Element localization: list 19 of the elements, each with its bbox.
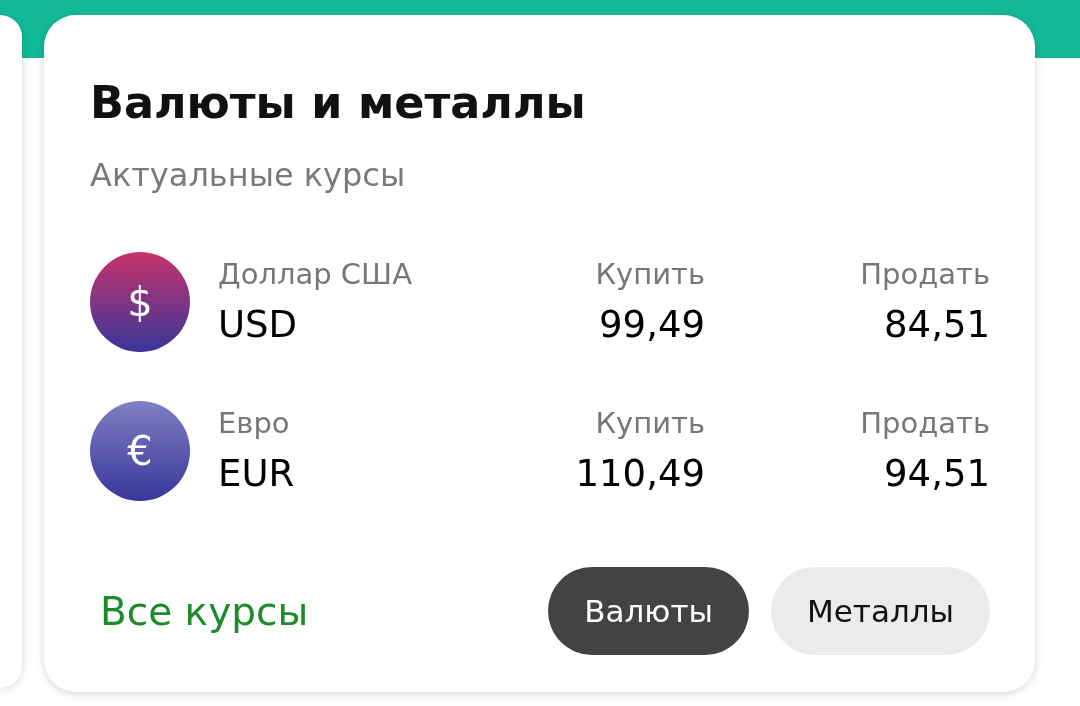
tab[interactable]: Валюты [548, 567, 749, 655]
currency-name: Евро [218, 405, 290, 441]
sell-rate: 84,51 [884, 301, 990, 348]
currency-code: EUR [218, 450, 295, 497]
euro-icon: € [90, 401, 190, 501]
sell-rate: 94,51 [884, 450, 990, 497]
card-title: Валюты и металлы [90, 77, 586, 128]
card-subtitle: Актуальные курсы [90, 157, 406, 193]
buy-label: Купить [595, 256, 705, 292]
currency-code: USD [218, 301, 298, 348]
sell-label: Продать [860, 256, 990, 292]
buy-label: Купить [595, 405, 705, 441]
all-rates-link[interactable]: Все курсы [100, 588, 309, 634]
sell-label: Продать [860, 405, 990, 441]
dollar-icon: $ [90, 252, 190, 352]
currency-name: Доллар США [218, 256, 412, 292]
buy-rate: 110,49 [575, 450, 705, 497]
tab[interactable]: Металлы [771, 567, 990, 655]
buy-rate: 99,49 [599, 301, 705, 348]
